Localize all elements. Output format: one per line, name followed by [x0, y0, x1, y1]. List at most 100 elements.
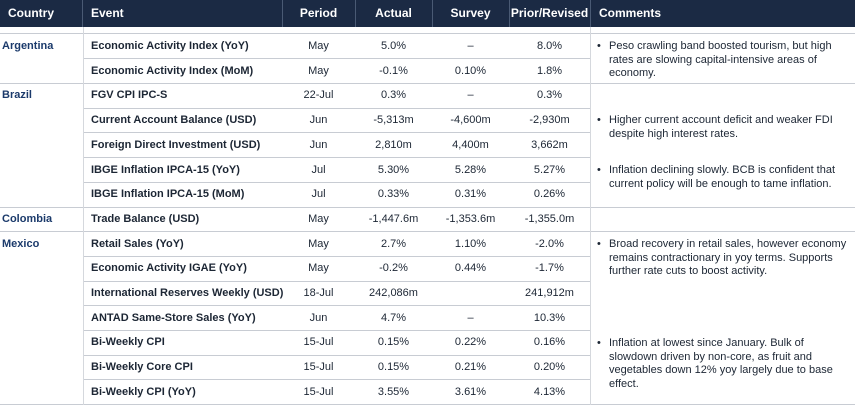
country-cell: Argentina — [2, 40, 54, 52]
survey-cell: 4,400m — [452, 138, 489, 151]
survey-cell: 0.31% — [454, 188, 487, 201]
period-cell: May — [308, 64, 329, 77]
actual-cell: 5.0% — [380, 40, 407, 52]
prior-cell: 3,662m — [531, 138, 568, 151]
prior-cell: 8.0% — [536, 40, 563, 52]
bullet-icon: • — [597, 114, 601, 126]
country-cell: Colombia — [2, 212, 53, 225]
row-divider — [84, 108, 590, 109]
bullet-icon: • — [597, 164, 601, 176]
economic-data-table: Country Event Period Actual Survey Prior… — [0, 0, 855, 406]
comment-brazil-inflation: • Inflation declining slowly. BCB is con… — [597, 164, 852, 191]
actual-cell: 2,810m — [375, 138, 412, 151]
column-divider — [590, 27, 591, 405]
column-divider — [83, 27, 84, 405]
event-cell: Trade Balance (USD) — [91, 212, 200, 225]
row-divider — [0, 33, 855, 34]
period-cell: Jun — [309, 114, 328, 127]
event-cell: Foreign Direct Investment (USD) — [91, 138, 261, 151]
event-cell: Bi-Weekly CPI — [91, 336, 165, 349]
comment-text: Broad recovery in retail sales, however … — [609, 238, 847, 277]
header-survey: Survey — [450, 6, 491, 20]
row-divider — [84, 281, 590, 282]
actual-cell: -0.1% — [379, 64, 408, 77]
survey-cell — [432, 281, 509, 306]
bullet-icon: • — [597, 238, 601, 250]
row-divider — [84, 58, 590, 59]
header-comments: Comments — [599, 6, 662, 20]
actual-cell: 0.15% — [377, 361, 410, 374]
row-divider — [84, 256, 590, 257]
row-divider — [84, 132, 590, 133]
period-cell: May — [308, 212, 329, 225]
row-divider — [84, 330, 590, 331]
event-cell: Bi-Weekly Core CPI — [91, 361, 193, 374]
prior-cell: -2.0% — [535, 237, 564, 250]
row-divider — [0, 231, 855, 232]
row-divider — [0, 207, 855, 208]
prior-cell: 0.26% — [533, 188, 566, 201]
prior-cell: -1.7% — [535, 262, 564, 275]
period-cell: 15-Jul — [303, 336, 334, 349]
prior-cell: 4.13% — [533, 385, 566, 398]
period-cell: 15-Jul — [303, 361, 334, 374]
survey-cell: 3.61% — [454, 385, 487, 398]
period-cell: May — [308, 237, 329, 250]
survey-cell: 1.10% — [454, 237, 487, 250]
prior-cell: 10.3% — [533, 311, 566, 324]
period-cell: Jun — [309, 311, 328, 324]
event-cell: ANTAD Same-Store Sales (YoY) — [91, 311, 256, 324]
prior-cell: 1.8% — [536, 64, 563, 77]
period-cell: 15-Jul — [303, 385, 334, 398]
survey-cell: – — [467, 40, 474, 52]
event-cell: IBGE Inflation IPCA-15 (MoM) — [91, 188, 245, 201]
comment-text: Higher current account deficit and weake… — [609, 114, 833, 140]
row-divider — [0, 404, 855, 405]
period-cell: 18-Jul — [303, 287, 334, 299]
header-country: Country — [8, 6, 54, 20]
comment-argentina: • Peso crawling band boosted tourism, bu… — [597, 40, 852, 81]
header-prior-revised: Prior/Revised — [510, 6, 589, 20]
survey-cell: -4,600m — [450, 114, 491, 127]
period-cell: Jul — [311, 163, 326, 176]
period-cell: May — [308, 262, 329, 275]
prior-cell: 241,912m — [525, 287, 574, 299]
row-divider — [84, 379, 590, 380]
event-cell: Economic Activity IGAE (YoY) — [91, 262, 247, 275]
row-divider — [84, 182, 590, 183]
actual-cell: 3.55% — [377, 385, 410, 398]
comment-brazil-external: • Higher current account deficit and wea… — [597, 114, 852, 141]
period-cell: Jun — [309, 138, 328, 151]
comment-text: Peso crawling band boosted tourism, but … — [609, 40, 832, 79]
actual-cell: 0.3% — [380, 89, 407, 102]
event-cell: Current Account Balance (USD) — [91, 114, 257, 127]
header-actual: Actual — [375, 6, 412, 20]
comment-text: Inflation declining slowly. BCB is confi… — [609, 164, 836, 190]
comment-mexico-activity: • Broad recovery in retail sales, howeve… — [597, 238, 852, 279]
event-cell: Bi-Weekly CPI (YoY) — [91, 385, 196, 398]
row-divider — [0, 83, 855, 84]
event-cell: Economic Activity Index (MoM) — [91, 64, 254, 77]
survey-cell: 0.21% — [454, 361, 487, 374]
actual-cell: 2.7% — [380, 237, 407, 250]
country-cell: Brazil — [2, 89, 32, 102]
event-cell: Retail Sales (YoY) — [91, 237, 184, 250]
survey-cell: 0.44% — [454, 262, 487, 275]
prior-cell: 0.16% — [533, 336, 566, 349]
actual-cell: 5.30% — [377, 163, 410, 176]
event-cell: Economic Activity Index (YoY) — [91, 40, 249, 52]
actual-cell: -1,447.6m — [368, 212, 419, 225]
comment-text: Inflation at lowest since January. Bulk … — [609, 337, 833, 390]
survey-cell: -1,353.6m — [445, 212, 496, 225]
bullet-icon: • — [597, 40, 601, 52]
survey-cell: 0.10% — [454, 64, 487, 77]
event-cell: IBGE Inflation IPCA-15 (YoY) — [91, 163, 240, 176]
header-event: Event — [91, 6, 124, 20]
survey-cell: 5.28% — [454, 163, 487, 176]
header-period: Period — [299, 6, 338, 20]
row-divider — [84, 355, 590, 356]
prior-cell: 0.3% — [536, 89, 563, 102]
survey-cell: 0.22% — [454, 336, 487, 349]
prior-cell: -2,930m — [529, 114, 570, 127]
actual-cell: 0.33% — [377, 188, 410, 201]
